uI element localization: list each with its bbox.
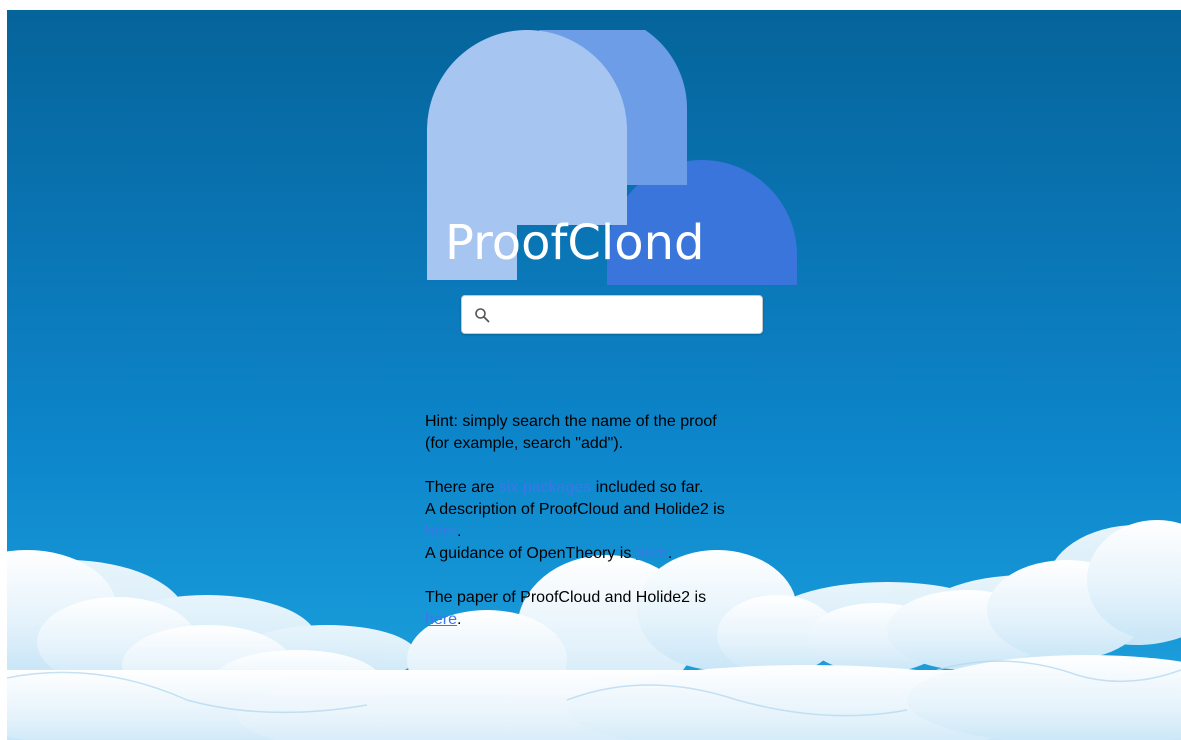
logo-wordmark: ProofClond <box>445 215 705 271</box>
hint-line-1: Hint: simply search the name of the proo… <box>425 413 717 430</box>
paper-here-link[interactable]: here <box>425 611 457 628</box>
description-end: . <box>457 523 462 540</box>
description-here-link[interactable]: here <box>425 523 457 540</box>
search-icon <box>475 308 490 323</box>
paper-end: . <box>457 611 462 628</box>
guidance-here-link[interactable]: here <box>636 545 668 562</box>
six-packages-link[interactable]: six packages <box>499 479 592 496</box>
search-input[interactable] <box>498 301 753 328</box>
guidance-text: A guidance of OpenTheory is <box>425 545 636 562</box>
guidance-line: A guidance of OpenTheory is here. <box>425 543 805 565</box>
description-link-line: here. <box>425 521 805 543</box>
search-box[interactable] <box>461 295 763 334</box>
info-section: Hint: simply search the name of the proo… <box>425 411 805 631</box>
paper-line: The paper of ProofCloud and Holide2 is <box>425 589 707 606</box>
packages-suffix: included so far. <box>591 479 704 496</box>
packages-line: There are six packages included so far. <box>425 477 805 499</box>
paper-link-line: here. <box>425 609 805 631</box>
guidance-end: . <box>667 545 673 562</box>
description-line: A description of ProofCloud and Holide2 … <box>425 501 725 518</box>
page-viewport: ProofClond Hint: simply search the name … <box>7 10 1181 740</box>
packages-prefix: There are <box>425 479 499 496</box>
hint-line-2: (for example, search "add"). <box>425 435 624 452</box>
